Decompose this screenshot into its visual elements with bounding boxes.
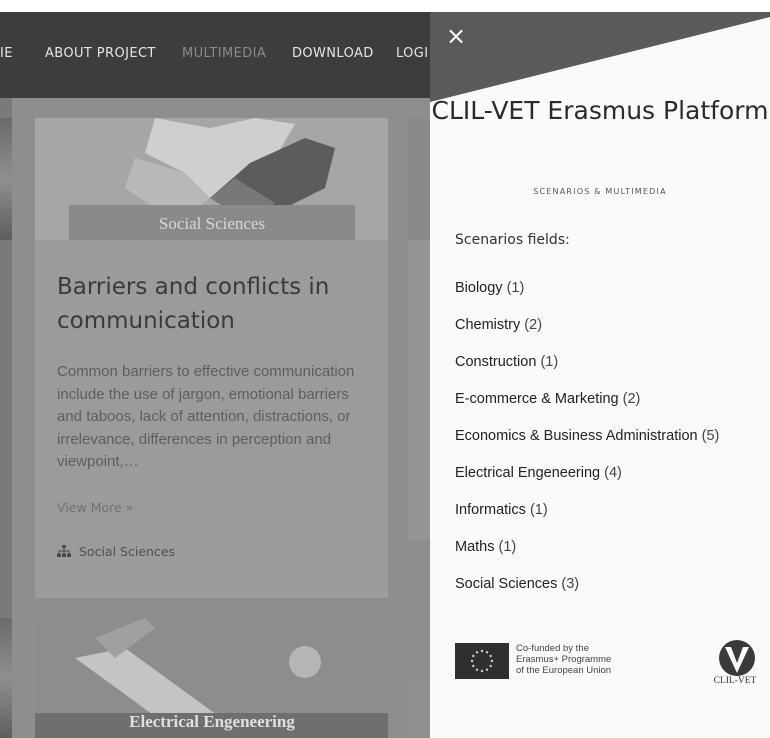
nav-item-multimedia[interactable]: MULTIMEDIA <box>182 46 266 61</box>
field-name: Economics & Business Administration <box>455 428 698 444</box>
page: IE ABOUT PROJECT MULTIMEDIA DOWNLOAD LOG… <box>0 0 770 738</box>
right-card-image-2 <box>408 680 430 738</box>
close-icon: × <box>445 22 467 50</box>
field-item-maths[interactable]: Maths (1) <box>455 537 719 574</box>
field-name: Biology <box>455 280 503 296</box>
scenarios-fields-heading: Scenarios fields: <box>455 232 570 248</box>
view-more-link[interactable]: View More » <box>57 500 133 515</box>
panel-subtitle: SCENARIOS & MULTIMEDIA <box>533 187 667 196</box>
field-item-construction[interactable]: Construction (1) <box>455 352 719 389</box>
nav-item-download[interactable]: DOWNLOAD <box>292 46 374 61</box>
field-name: Chemistry <box>455 317 521 333</box>
field-count: (2) <box>622 391 641 407</box>
left-thumbnail-image <box>0 118 12 240</box>
scenarios-field-list: Biology (1) Chemistry (2) Construction (… <box>455 278 719 611</box>
field-count: (1) <box>506 280 525 296</box>
field-item-chemistry[interactable]: Chemistry (2) <box>455 315 719 352</box>
field-item-economics-business[interactable]: Economics & Business Administration (5) <box>455 426 719 463</box>
card-category[interactable]: Social Sciences <box>57 544 175 559</box>
field-name: Maths <box>455 539 495 555</box>
field-count: (1) <box>540 354 559 370</box>
field-name: Social Sciences <box>455 576 558 592</box>
card-excerpt: Common barriers to effective communicati… <box>57 363 355 470</box>
card-category-label: Social Sciences <box>79 544 176 559</box>
right-card <box>408 240 430 540</box>
field-item-ecommerce-marketing[interactable]: E-commerce & Marketing (2) <box>455 389 719 426</box>
eu-cofunded-text: Co-funded by the Erasmus+ Programme of t… <box>516 643 611 676</box>
field-item-electrical-engineering[interactable]: Electrical Engeneering (4) <box>455 463 719 500</box>
nav-item-about-project[interactable]: ABOUT PROJECT <box>45 46 156 61</box>
close-panel-button[interactable]: × <box>444 24 468 48</box>
nav-item-login[interactable]: LOGI <box>396 46 429 61</box>
field-count: (5) <box>701 428 720 444</box>
clil-vet-logo-text: CLIL-VET <box>713 676 757 686</box>
nav-item-home[interactable]: IE <box>0 46 13 61</box>
field-name: Construction <box>455 354 537 370</box>
right-card-image <box>408 118 430 240</box>
field-item-biology[interactable]: Biology (1) <box>455 278 719 315</box>
card-image-caption: Social Sciences <box>69 205 355 242</box>
eu-text-line: Co-funded by the <box>516 643 589 654</box>
card-title[interactable]: Barriers and conflicts in communication <box>57 270 377 338</box>
field-name: E-commerce & Marketing <box>455 391 619 407</box>
field-item-informatics[interactable]: Informatics (1) <box>455 500 719 537</box>
clil-vet-logo <box>719 640 755 676</box>
field-count: (1) <box>498 539 517 555</box>
left-thumbnail-image-2 <box>0 618 12 738</box>
eu-text-line: Erasmus+ Programme <box>516 654 612 665</box>
sitemap-icon <box>57 545 71 557</box>
field-count: (4) <box>604 465 622 481</box>
field-count: (1) <box>529 502 548 518</box>
eu-text-line: of the European Union <box>516 665 612 676</box>
field-count: (3) <box>561 576 580 592</box>
eu-flag-logo <box>455 643 509 679</box>
field-name: Electrical Engeneering <box>455 465 601 481</box>
card-image-caption-2: Electrical Engeneering <box>129 712 295 731</box>
field-count: (2) <box>524 317 543 333</box>
eu-stars-icon <box>470 649 494 673</box>
field-name: Informatics <box>455 502 526 518</box>
panel-title: CLIL-VET Erasmus Platform <box>431 96 769 125</box>
field-item-social-sciences[interactable]: Social Sciences (3) <box>455 574 719 611</box>
